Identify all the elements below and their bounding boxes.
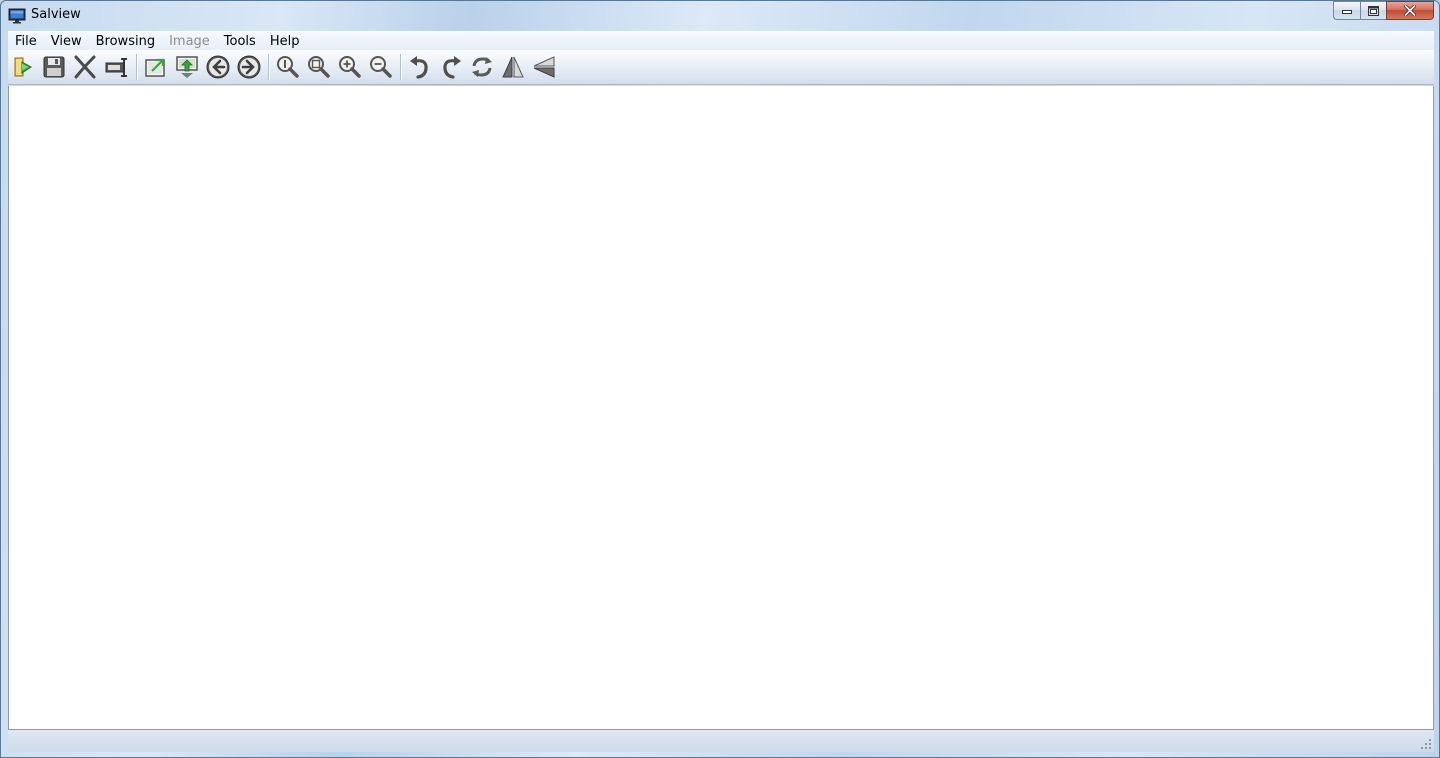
image-viewer-area[interactable] [8, 86, 1434, 729]
toolbar [8, 50, 1434, 85]
next-button[interactable] [235, 52, 263, 81]
zoom-out-button[interactable] [367, 52, 395, 81]
flip-vertical-icon [533, 55, 555, 78]
rotate-left-icon [410, 55, 428, 79]
menu-view[interactable]: View [44, 32, 89, 51]
zoom-in-icon [339, 55, 361, 78]
rename-icon [105, 57, 127, 77]
delete-button[interactable] [71, 52, 99, 81]
minimize-icon [1342, 9, 1352, 14]
previous-button[interactable] [204, 52, 232, 81]
title-bar[interactable]: Salview [1, 1, 1439, 31]
toolbar-separator [268, 54, 270, 80]
auto-rotate-button[interactable] [468, 52, 496, 81]
fit-window-button[interactable] [305, 52, 333, 81]
actual-size-icon [277, 55, 299, 78]
flip-horizontal-icon [502, 56, 524, 77]
menu-file[interactable]: File [8, 32, 44, 51]
menu-bar: File View Browsing Image Tools Help [8, 31, 1434, 51]
actual-size-button[interactable] [274, 52, 302, 81]
save-icon [43, 56, 65, 77]
menu-tools[interactable]: Tools [217, 32, 263, 51]
resize-grip-icon[interactable] [1420, 738, 1432, 750]
zoom-out-icon [370, 55, 392, 78]
maximize-button[interactable] [1360, 1, 1386, 20]
rotate-right-button[interactable] [437, 52, 465, 81]
status-bar [8, 729, 1434, 752]
export-button[interactable] [142, 52, 170, 81]
maximize-icon [1368, 5, 1379, 16]
caption-buttons [1333, 1, 1434, 21]
delete-icon [74, 55, 96, 78]
close-button[interactable] [1386, 1, 1434, 20]
save-button[interactable] [40, 52, 68, 81]
minimize-button[interactable] [1333, 1, 1360, 20]
set-wallpaper-icon [176, 55, 198, 78]
open-folder-icon [14, 57, 32, 76]
menu-help[interactable]: Help [263, 32, 307, 51]
flip-vertical-button[interactable] [530, 52, 558, 81]
window-title: Salview [31, 7, 81, 22]
auto-rotate-icon [472, 56, 492, 77]
rotate-right-icon [443, 55, 461, 79]
export-icon [145, 58, 165, 77]
toolbar-separator [400, 54, 402, 80]
menu-browsing[interactable]: Browsing [89, 32, 162, 51]
fit-window-icon [308, 55, 330, 78]
set-wallpaper-button[interactable] [173, 52, 201, 81]
next-icon [237, 55, 261, 78]
flip-horizontal-button[interactable] [499, 52, 527, 81]
monitor-icon[interactable] [8, 8, 26, 24]
rotate-left-button[interactable] [406, 52, 434, 81]
open-folder-button[interactable] [10, 52, 38, 81]
previous-icon [206, 55, 230, 78]
toolbar-separator [136, 54, 138, 80]
menu-image[interactable]: Image [162, 32, 217, 51]
close-icon [1404, 5, 1416, 16]
app-window: Salview File View Browsing Image Tools H… [0, 0, 1440, 758]
zoom-in-button[interactable] [336, 52, 364, 81]
rename-button[interactable] [102, 52, 130, 81]
